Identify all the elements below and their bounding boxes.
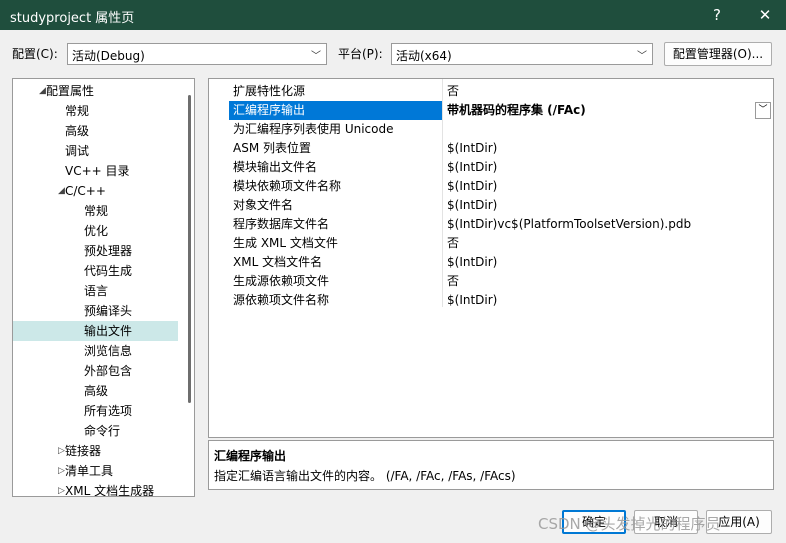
tree-item-label: 外部包含 (84, 364, 133, 378)
platform-label: 平台(P): (338, 47, 383, 61)
configuration-label: 配置(C): (12, 47, 58, 61)
watermark: CSDN @头发掉光的程序员 (538, 515, 721, 533)
property-value[interactable]: $(IntDir) (447, 177, 497, 196)
property-name: ASM 列表位置 (233, 141, 311, 155)
property-name: 程序数据库文件名 (233, 217, 330, 231)
tree-item[interactable]: 高级 (13, 121, 178, 141)
tree-item-label: 预编译头 (84, 304, 133, 318)
description-text: 指定汇编语言输出文件的内容。 (/FA, /FAc, /FAs, /FAcs) (214, 469, 516, 483)
tree-item[interactable]: 常规 (13, 201, 178, 221)
tree-item-label: 清单工具 (65, 464, 114, 478)
property-grid[interactable]: 扩展特性化源否汇编程序输出 带机器码的程序集 (/FAc) ﹀ 为汇编程序列表使用 U… (208, 78, 774, 438)
property-row[interactable]: 程序数据库文件名 $(IntDir)vc$(PlatformToolsetVers… (209, 215, 772, 234)
tree-item-label: 调试 (65, 144, 90, 158)
chevron-down-icon: ﹀ (637, 51, 647, 62)
tree-item-label: 配置属性 (46, 84, 95, 98)
description-panel: 汇编程序输出 指定汇编语言输出文件的内容。 (/FA, /FAc, /FAs, … (208, 440, 774, 490)
tree-item[interactable]: 高级 (13, 381, 178, 401)
property-value[interactable]: $(IntDir) (447, 196, 497, 215)
tree-item[interactable]: 代码生成 (13, 261, 178, 281)
window-title: studyproject 属性页 (10, 11, 135, 26)
property-value[interactable]: 否 (447, 82, 459, 101)
tree-item[interactable]: ▷ XML 文档生成器 (13, 481, 178, 497)
property-value[interactable]: 否 (447, 234, 459, 253)
property-row[interactable]: 源依赖项文件名称 $(IntDir) (209, 291, 772, 310)
tree-item-label: 常规 (84, 204, 109, 218)
tree-item-label: 优化 (84, 224, 109, 238)
tree-item[interactable]: 预编译头 (13, 301, 178, 321)
tree-item[interactable]: ◢ C/C++ (13, 181, 178, 201)
tree-item[interactable]: ▷ 清单工具 (13, 461, 178, 481)
tree-item[interactable]: VC++ 目录 (13, 161, 178, 181)
description-title: 汇编程序输出 (214, 449, 287, 463)
property-name: 对象文件名 (233, 198, 294, 212)
tree-item-label: 所有选项 (84, 404, 133, 418)
property-row[interactable]: XML 文档文件名 $(IntDir) (209, 253, 772, 272)
property-row[interactable]: 生成源依赖项文件 否 (209, 272, 772, 291)
property-value[interactable]: 否 (447, 272, 459, 291)
property-value[interactable]: $(IntDir) (447, 253, 497, 272)
tree-item-label: C/C++ (65, 184, 106, 198)
configuration-manager-button[interactable]: 配置管理器(O)... (664, 42, 772, 66)
tree-item-label: 高级 (65, 124, 90, 138)
tree-item-label: VC++ 目录 (65, 164, 130, 178)
property-name: XML 文档文件名 (233, 255, 323, 269)
property-row[interactable]: 生成 XML 文档文件 否 (209, 234, 772, 253)
help-button[interactable]: ? (702, 4, 732, 26)
property-name: 生成 XML 文档文件 (233, 236, 338, 250)
tree-item-label: 预处理器 (84, 244, 133, 258)
property-row[interactable]: 模块依赖项文件名称 $(IntDir) (209, 177, 772, 196)
tree-item[interactable]: 语言 (13, 281, 178, 301)
property-row[interactable]: 扩展特性化源 否 (209, 82, 772, 101)
tree-item[interactable]: 浏览信息 (13, 341, 178, 361)
tree-item[interactable]: 外部包含 (13, 361, 178, 381)
tree-item-label: 高级 (84, 384, 109, 398)
tree-item[interactable]: 所有选项 (13, 401, 178, 421)
property-name: 为汇编程序列表使用 Unicode (233, 122, 394, 136)
platform-value: 活动(x64) (396, 49, 452, 63)
property-tree[interactable]: ◢ 配置属性 常规 高级 调试 VC++ 目录 ◢ C/C++ 常规 优化 预处理器 代码生成 语言 预编… (12, 78, 195, 497)
property-row[interactable]: 汇编程序输出 带机器码的程序集 (/FAc) ﹀ (209, 101, 772, 120)
chevron-down-icon: ﹀ (311, 51, 321, 62)
tree-item[interactable]: 预处理器 (13, 241, 178, 261)
tree-item[interactable]: 优化 (13, 221, 178, 241)
property-row[interactable]: 模块输出文件名 $(IntDir) (209, 158, 772, 177)
tree-item-label: XML 文档生成器 (65, 484, 155, 497)
tree-item-label: 链接器 (65, 444, 102, 458)
configuration-select[interactable]: 活动(Debug) ﹀ (67, 43, 327, 65)
tree-item-label: 浏览信息 (84, 344, 133, 358)
property-name: 扩展特性化源 (233, 84, 306, 98)
property-name: 模块依赖项文件名称 (233, 179, 342, 193)
property-value[interactable]: $(IntDir) (447, 158, 497, 177)
property-value[interactable]: $(IntDir) (447, 291, 497, 310)
close-button[interactable]: ✕ (750, 4, 780, 26)
property-name: 汇编程序输出 (233, 103, 306, 117)
property-value[interactable]: $(IntDir) (447, 139, 497, 158)
property-value[interactable]: $(IntDir)vc$(PlatformToolsetVersion).pdb (447, 215, 691, 234)
tree-item[interactable]: ◢ 配置属性 (13, 81, 178, 101)
configuration-value: 活动(Debug) (72, 49, 145, 63)
tree-item[interactable]: 调试 (13, 141, 178, 161)
property-row[interactable]: ASM 列表位置 $(IntDir) (209, 139, 772, 158)
tree-item[interactable]: ▷ 链接器 (13, 441, 178, 461)
property-row[interactable]: 对象文件名 $(IntDir) (209, 196, 772, 215)
tree-item-label: 代码生成 (84, 264, 133, 278)
tree-item-label: 输出文件 (84, 324, 133, 338)
tree-item-label: 语言 (84, 284, 109, 298)
tree-item[interactable]: 常规 (13, 101, 178, 121)
tree-scrollbar[interactable] (188, 95, 191, 403)
tree-item-label: 常规 (65, 104, 90, 118)
configuration-row: 配置(C): 活动(Debug) ﹀ 平台(P): 活动(x64) ﹀ 配置管理… (0, 42, 786, 66)
property-name: 生成源依赖项文件 (233, 274, 330, 288)
tree-item[interactable]: 输出文件 (13, 321, 178, 341)
dropdown-chevron-icon[interactable]: ﹀ (755, 102, 771, 119)
property-row[interactable]: 为汇编程序列表使用 Unicode (209, 120, 772, 139)
tree-item-label: 命令行 (84, 424, 121, 438)
property-name: 模块输出文件名 (233, 160, 318, 174)
property-value[interactable]: 带机器码的程序集 (/FAc) (447, 101, 586, 120)
platform-select[interactable]: 活动(x64) ﹀ (391, 43, 653, 65)
title-bar: studyproject 属性页 ? ✕ (0, 0, 786, 30)
property-name: 源依赖项文件名称 (233, 293, 330, 307)
tree-item[interactable]: 命令行 (13, 421, 178, 441)
